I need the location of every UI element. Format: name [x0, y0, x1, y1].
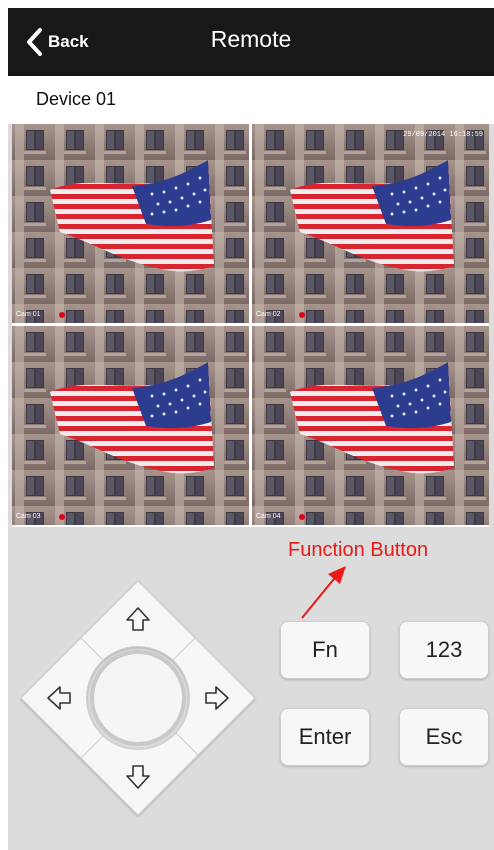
dpad	[20, 580, 256, 816]
camera-view-1[interactable]: Cam 01	[12, 124, 249, 323]
function-button-annotation: Function Button	[288, 539, 429, 561]
camera-feed-3	[12, 326, 249, 525]
camera-view-4[interactable]: Cam 04	[252, 326, 489, 525]
number-button-label: 123	[425, 637, 463, 662]
camera-label: Cam 02	[256, 311, 281, 318]
recording-indicator	[59, 312, 65, 318]
esc-button-label: Esc	[425, 724, 463, 749]
video-grid: Cam 01 29/09/2014 16:18:59 Cam 02 Cam 03…	[12, 124, 489, 527]
device-name: Device 01	[36, 89, 117, 109]
dpad-center-button[interactable]	[90, 650, 186, 746]
app-screen: Back Remote Device 01 Cam 01 29/09/2014 …	[8, 8, 494, 850]
recording-indicator	[59, 514, 65, 520]
annotation-arrow-icon	[301, 566, 346, 619]
camera-view-3[interactable]: Cam 03	[12, 326, 249, 525]
number-button[interactable]: 123	[399, 621, 489, 679]
camera-feed-4	[252, 326, 489, 525]
video-timestamp: 29/09/2014 16:18:59	[403, 131, 483, 139]
recording-indicator	[299, 514, 305, 520]
page-title: Remote	[210, 26, 292, 52]
fn-button-label: Fn	[312, 637, 338, 662]
nav-bar: Back Remote	[8, 8, 494, 76]
camera-feed-2	[252, 124, 489, 323]
recording-indicator	[299, 312, 305, 318]
camera-view-2[interactable]: 29/09/2014 16:18:59 Cam 02	[252, 124, 489, 323]
camera-label: Cam 01	[16, 311, 41, 318]
device-bar: Device 01	[8, 76, 494, 124]
enter-button-label: Enter	[298, 724, 352, 749]
fn-button[interactable]: Fn	[280, 621, 370, 679]
camera-label: Cam 04	[256, 513, 281, 520]
enter-button[interactable]: Enter	[280, 708, 370, 766]
esc-button[interactable]: Esc	[399, 708, 489, 766]
camera-feed-1	[12, 124, 249, 323]
camera-label: Cam 03	[16, 513, 41, 520]
